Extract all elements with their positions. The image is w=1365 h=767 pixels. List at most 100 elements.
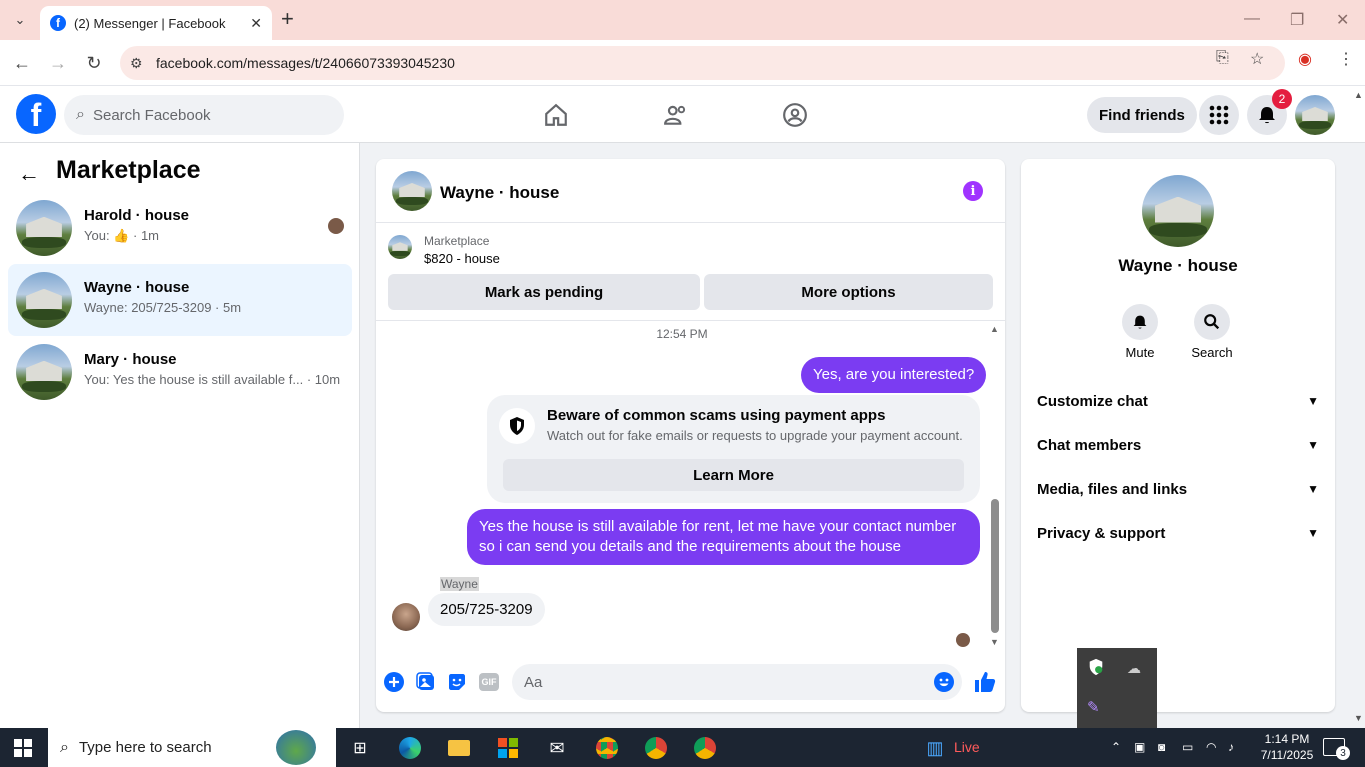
mark-as-pending-button[interactable]: Mark as pending — [388, 274, 700, 310]
emoji-icon[interactable] — [934, 672, 954, 692]
profile-avatar[interactable] — [1295, 95, 1335, 135]
privacy-support-section[interactable]: Privacy & support ▼ — [1037, 521, 1319, 545]
chevron-down-icon: ▼ — [1307, 526, 1319, 540]
omnibox[interactable]: ⚙ facebook.com/messages/t/24066073393045… — [120, 46, 1285, 80]
forward-icon[interactable]: → — [46, 51, 70, 75]
chrome-profile-2-icon[interactable] — [643, 735, 669, 761]
install-app-icon[interactable]: ⎘ — [1216, 49, 1229, 67]
chat-avatar[interactable] — [392, 171, 432, 211]
reload-icon[interactable]: ↻ — [82, 51, 106, 75]
message-input-box[interactable] — [512, 664, 962, 700]
chat-panel: Wayne · house i Marketplace $820 - house… — [376, 159, 1005, 712]
home-icon[interactable] — [541, 100, 571, 130]
outgoing-message[interactable]: Yes the house is still available for ren… — [467, 509, 980, 565]
back-arrow-icon[interactable]: ← — [18, 161, 40, 187]
snippet-text: You: Yes the house is still available f.… — [84, 372, 304, 387]
page-scroll-down-icon[interactable]: ▼ — [1354, 713, 1363, 723]
camera-icon[interactable]: ▣ — [1134, 740, 1145, 754]
address-bar: ← → ↻ ⚙ facebook.com/messages/t/24066073… — [0, 40, 1365, 86]
chat-scrollbar-thumb[interactable] — [991, 499, 999, 633]
message-line: Yes the house is still available for ren… — [479, 518, 957, 535]
incoming-message[interactable]: 205/725-3209 — [428, 593, 545, 626]
wifi-icon[interactable]: ◠ — [1206, 740, 1216, 754]
panel-title: Marketplace — [56, 156, 201, 184]
tray-overflow-popup: ☁ ✎ — [1077, 648, 1157, 728]
thumbs-up-send-icon[interactable] — [972, 669, 998, 695]
plus-actions-icon[interactable] — [383, 671, 405, 693]
message-list[interactable]: 12:54 PM Yes, are you interested? Beware… — [376, 321, 1005, 657]
page-scroll-up-icon[interactable]: ▲ — [1354, 90, 1363, 100]
groups-icon[interactable] — [780, 100, 810, 130]
volume-icon[interactable]: ♪ — [1228, 740, 1234, 754]
menu-grid-icon[interactable] — [1199, 95, 1239, 135]
sticker-icon[interactable] — [446, 671, 468, 693]
chat-title[interactable]: Wayne · house — [440, 183, 559, 203]
bookmark-star-icon[interactable]: ☆ — [1250, 49, 1264, 69]
outgoing-message[interactable]: Yes, are you interested? — [801, 357, 987, 393]
message-input[interactable] — [524, 673, 904, 691]
window-close-icon[interactable]: ✕ — [1336, 10, 1349, 30]
windows-start-icon[interactable] — [14, 739, 32, 757]
listing-thumbnail[interactable] — [388, 235, 412, 259]
chevron-down-icon: ▼ — [1307, 482, 1319, 496]
customize-chat-section[interactable]: Customize chat ▼ — [1037, 389, 1319, 413]
learn-more-button[interactable]: Learn More — [503, 459, 964, 491]
tab-close-icon[interactable]: ✕ — [250, 15, 262, 32]
security-shield-icon[interactable] — [1087, 658, 1107, 678]
conversation-item[interactable]: Mary · house You: Yes the house is still… — [8, 336, 352, 408]
facebook-logo-icon[interactable]: f — [16, 94, 56, 134]
search-in-chat-button[interactable]: Search — [1182, 304, 1242, 360]
feather-app-icon[interactable]: ✎ — [1087, 698, 1100, 716]
tab-search-chevron-icon[interactable]: ⌄ — [7, 7, 33, 33]
back-icon[interactable]: ← — [10, 51, 34, 75]
conversation-name: Wayne · house — [84, 279, 190, 296]
taskbar-search[interactable]: ⌕ Type here to search — [48, 728, 336, 767]
conversation-snippet: Wayne: 205/725-3209 · 5m — [84, 300, 242, 315]
facebook-search-input[interactable] — [92, 106, 313, 124]
chat-header: Wayne · house i — [376, 159, 1005, 223]
cloud-offline-icon[interactable]: ☁ — [1127, 660, 1141, 677]
chat-members-section[interactable]: Chat members ▼ — [1037, 433, 1319, 457]
screen-record-icon[interactable]: ◙ — [1158, 740, 1165, 754]
photo-icon[interactable] — [415, 671, 437, 693]
chrome-profile-1-icon[interactable] — [594, 735, 620, 761]
live-label[interactable]: Live — [954, 739, 980, 755]
media-files-links-section[interactable]: Media, files and links ▼ — [1037, 477, 1319, 501]
sender-avatar[interactable] — [392, 603, 420, 631]
scroll-up-arrow-icon[interactable]: ▲ — [990, 324, 999, 334]
restore-icon[interactable]: ❐ — [1290, 10, 1304, 30]
minimize-icon[interactable]: — — [1244, 10, 1260, 28]
friends-icon[interactable] — [661, 100, 691, 130]
mail-icon[interactable]: ✉ — [544, 735, 570, 761]
chrome-profile-3-icon[interactable] — [692, 735, 718, 761]
tray-expand-chevron-icon[interactable]: ⌃ — [1111, 740, 1121, 754]
chrome-profile-icon[interactable]: ◉ — [1298, 49, 1312, 69]
info-icon[interactable]: i — [963, 181, 983, 201]
conversation-item[interactable]: Harold · house You: 👍 · 1m — [8, 192, 352, 264]
contact-avatar[interactable] — [1142, 175, 1214, 247]
battery-icon[interactable]: ▭ — [1182, 740, 1193, 754]
clock[interactable]: 1:14 PM 7/11/2025 — [1256, 731, 1318, 763]
store-icon[interactable] — [495, 735, 521, 761]
conversation-item-active[interactable]: Wayne · house Wayne: 205/725-3209 · 5m — [8, 264, 352, 336]
site-info-icon[interactable]: ⚙ — [130, 55, 156, 72]
live-news-icon[interactable]: ▥ — [922, 735, 948, 761]
message-composer: GIF — [376, 657, 1005, 712]
edge-icon[interactable] — [397, 735, 423, 761]
more-options-button[interactable]: More options — [704, 274, 993, 310]
task-view-icon[interactable]: ⊞ — [347, 735, 373, 761]
new-tab-icon[interactable]: + — [281, 8, 294, 30]
find-friends-button[interactable]: Find friends — [1087, 97, 1197, 133]
mute-label: Mute — [1125, 345, 1155, 360]
browser-tab[interactable]: f (2) Messenger | Facebook ✕ — [40, 6, 272, 40]
gif-icon[interactable]: GIF — [478, 671, 500, 693]
file-explorer-icon[interactable] — [446, 735, 472, 761]
mute-button[interactable]: Mute — [1110, 304, 1170, 360]
scroll-down-arrow-icon[interactable]: ▼ — [990, 637, 999, 647]
listing-price[interactable]: $820 - house — [424, 251, 500, 266]
contact-name: Wayne · house — [1118, 256, 1238, 275]
chrome-menu-icon[interactable]: ⋮ — [1338, 49, 1354, 69]
scam-warning-description: Watch out for fake emails or requests to… — [547, 428, 963, 443]
facebook-search[interactable]: ⌕ — [64, 95, 344, 135]
taskbar-search-placeholder: Type here to search — [78, 739, 212, 756]
